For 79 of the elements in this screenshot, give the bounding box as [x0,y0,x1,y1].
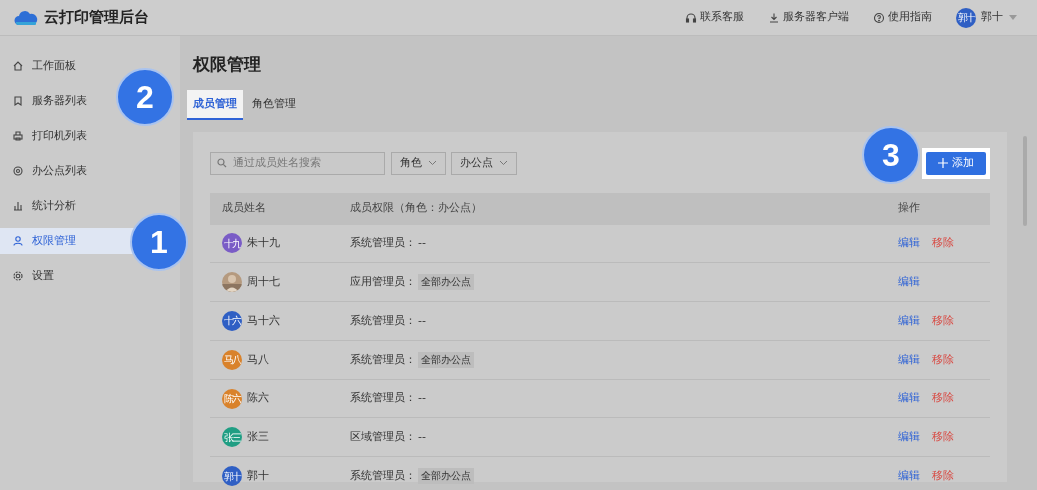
role-text: 系统管理员： [350,390,416,407]
scope-text: -- [418,235,426,252]
user-name[interactable]: 郭十 [981,9,1004,26]
download-icon [767,11,780,24]
column-header: 成员权限（角色：办公点） [350,200,483,217]
role-text: 系统管理员： [350,351,416,368]
filter-dropdown[interactable]: 角色 [390,151,446,175]
edit-link[interactable]: 编辑 [898,312,920,330]
remove-link[interactable]: 移除 [932,351,954,369]
search-box[interactable]: 通过成员姓名搜索 [210,151,385,175]
user-avatar: 张三 [222,427,242,448]
home-icon [12,60,24,72]
member-name: 郭十 [247,467,269,484]
user-avatar: 陈六 [222,388,242,409]
user-avatar: 十九 [222,233,242,254]
sidebar-item[interactable]: 打印机列表 [0,123,91,149]
member-name: 陈六 [247,390,269,407]
scope-text: -- [418,429,426,446]
edit-link[interactable]: 编辑 [898,429,920,446]
scope-text: -- [418,390,426,407]
edit-link[interactable]: 编辑 [898,235,920,252]
caret-icon[interactable] [1009,15,1017,20]
role-text: 系统管理员： [350,467,416,484]
remove-link[interactable]: 移除 [932,312,954,330]
user-icon [12,235,24,247]
edit-link[interactable]: 编辑 [898,351,920,369]
remove-link[interactable]: 移除 [932,390,954,407]
chevron-down-icon[interactable] [499,160,508,167]
scope-tag: 全部办公点 [418,468,474,485]
add-button[interactable]: 添加 [926,152,986,175]
page-title: 权限管理 [193,53,262,76]
bookmark-icon [12,95,24,107]
sidebar-item[interactable]: 服务器列表 [0,88,91,114]
scope-tag: 全部办公点 [418,351,474,368]
sidebar-item[interactable]: 办公点列表 [0,158,91,184]
member-name: 张三 [247,429,269,446]
app-title: 云打印管理后台 [43,7,149,29]
role-text: 系统管理员： [350,235,416,252]
user-avatar: 郭十 [955,7,976,28]
search-field[interactable]: 通过成员姓名搜索 [231,154,378,173]
location-icon [12,165,24,177]
user-avatar: 马八 [222,349,242,370]
user-avatar: 十六 [222,311,242,331]
role-text: 系统管理员： [350,312,416,329]
settings-icon [12,270,24,282]
header-link[interactable]: 联系客服 [684,9,744,26]
header-link[interactable]: 使用指南 [872,9,932,26]
member-name: 马十六 [247,312,280,329]
column-header: 操作 [898,200,921,217]
role-text: 应用管理员： [350,273,416,290]
remove-link[interactable]: 移除 [932,429,954,446]
tab[interactable]: 成员管理 [187,89,243,120]
member-name: 朱十九 [247,235,280,252]
role-text: 区域管理员： [350,429,416,446]
filter-dropdown[interactable]: 办公点 [451,151,517,175]
tab[interactable]: 角色管理 [252,89,296,120]
scope-text: -- [418,312,426,329]
remove-link[interactable]: 移除 [932,467,954,485]
bar-chart-icon [12,200,24,212]
chevron-down-icon[interactable] [427,160,437,167]
edit-link[interactable]: 编辑 [898,390,920,407]
edit-link[interactable]: 编辑 [898,273,920,291]
column-header: 成员姓名 [221,200,267,217]
sidebar-item[interactable]: 统计分析 [0,193,80,219]
member-name: 马八 [247,351,269,368]
sidebar-item[interactable]: 设置 [0,263,58,289]
help-icon [872,11,885,24]
member-name: 周十七 [247,273,280,290]
sidebar-item[interactable]: 工作面板 [0,53,80,79]
search-icon [217,158,227,169]
edit-link[interactable]: 编辑 [898,467,920,485]
plus-icon [938,158,948,169]
scope-tag: 全部办公点 [418,274,474,291]
remove-link[interactable]: 移除 [932,235,954,252]
cloud-logo-icon [14,9,38,26]
user-avatar: 郭十 [222,466,242,487]
header-link[interactable]: 服务器客户端 [767,9,849,26]
printer-icon [12,130,24,142]
headset-icon [684,11,697,24]
